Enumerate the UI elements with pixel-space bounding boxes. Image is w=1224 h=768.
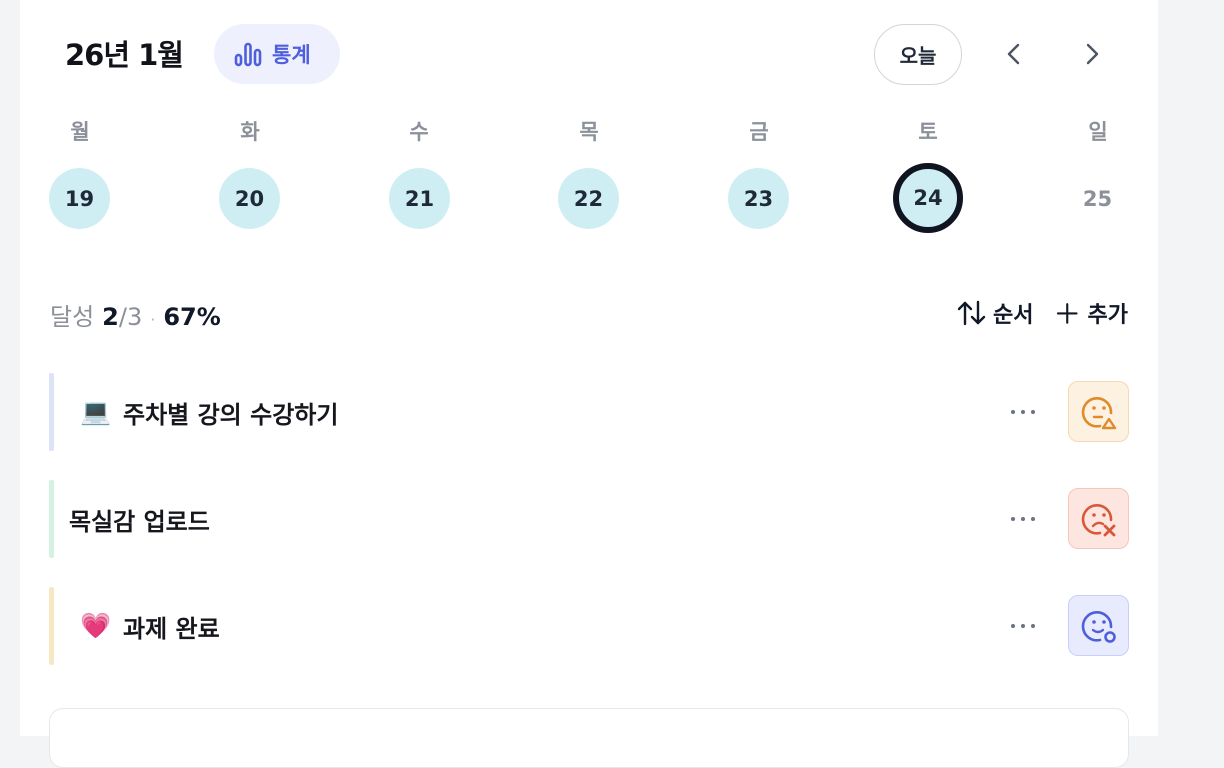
weekday-label: 화 bbox=[240, 120, 260, 144]
date-21[interactable]: 21 bbox=[389, 168, 450, 229]
dot bbox=[1031, 410, 1035, 414]
prev-week-button[interactable] bbox=[994, 34, 1034, 74]
achievement-label: 달성 bbox=[50, 303, 95, 331]
task-row[interactable]: 목실감 업로드 bbox=[49, 480, 1129, 558]
task-content: 💗 과제 완료 bbox=[79, 587, 220, 665]
next-week-button[interactable] bbox=[1072, 34, 1112, 74]
weekday-label: 토 bbox=[918, 120, 938, 144]
dot bbox=[1031, 517, 1035, 521]
task-title: 과제 완료 bbox=[123, 614, 220, 643]
chevron-left-icon bbox=[1007, 43, 1020, 65]
achievement-done: 2 bbox=[102, 303, 119, 331]
more-options-button[interactable] bbox=[1005, 397, 1041, 427]
task-color-bar bbox=[49, 480, 54, 558]
task-row[interactable]: 💗 과제 완료 bbox=[49, 587, 1129, 665]
achievement-summary: 달성 2 /3 · 67% bbox=[50, 297, 221, 332]
task-color-bar bbox=[49, 373, 54, 451]
chevron-right-icon bbox=[1086, 43, 1099, 65]
add-label: 추가 bbox=[1087, 303, 1128, 328]
task-content: 목실감 업로드 bbox=[69, 480, 210, 558]
month-title: 26년 1월 bbox=[65, 38, 184, 72]
plus-icon bbox=[1056, 303, 1078, 324]
mood-button[interactable] bbox=[1068, 381, 1129, 442]
sort-button[interactable]: 순서 bbox=[955, 297, 1034, 329]
mood-button[interactable] bbox=[1068, 595, 1129, 656]
dot bbox=[1031, 624, 1035, 628]
mood-button[interactable] bbox=[1068, 488, 1129, 549]
stats-label: 통계 bbox=[272, 43, 311, 67]
today-button[interactable]: 오늘 bbox=[874, 24, 962, 85]
bar-chart-icon bbox=[234, 42, 262, 67]
weekday-label: 수 bbox=[409, 120, 429, 144]
face-triangle-icon bbox=[1081, 396, 1116, 429]
task-row[interactable]: 💻 주차별 강의 수강하기 bbox=[49, 373, 1129, 451]
face-circle-icon bbox=[1081, 610, 1116, 643]
face-x-icon bbox=[1081, 503, 1115, 536]
weekday-label: 월 bbox=[70, 120, 90, 144]
task-title: 주차별 강의 수강하기 bbox=[123, 400, 339, 429]
achievement-total: /3 bbox=[118, 303, 143, 331]
sort-label: 순서 bbox=[993, 303, 1034, 328]
laptop-emoji-icon: 💻 bbox=[80, 397, 112, 426]
dot bbox=[1011, 410, 1015, 414]
list-actions: 순서 추가 bbox=[955, 297, 1128, 329]
separator-dot: · bbox=[150, 310, 156, 329]
date-25[interactable]: 25 bbox=[1067, 168, 1128, 229]
planner-card: 26년 1월 통계 오늘 월 화 수 목 금 토 일 19 20 21 22 2… bbox=[20, 0, 1158, 768]
date-20[interactable]: 20 bbox=[219, 168, 280, 229]
heart-emoji-icon: 💗 bbox=[80, 611, 112, 640]
more-options-button[interactable] bbox=[1005, 611, 1041, 641]
stats-button[interactable]: 통계 bbox=[214, 24, 340, 84]
date-23[interactable]: 23 bbox=[728, 168, 789, 229]
date-22[interactable]: 22 bbox=[558, 168, 619, 229]
more-options-button[interactable] bbox=[1005, 504, 1041, 534]
add-button[interactable]: 추가 bbox=[1054, 297, 1128, 329]
achievement-percent: 67% bbox=[163, 303, 221, 331]
task-title: 목실감 업로드 bbox=[69, 507, 210, 536]
weekday-label: 목 bbox=[579, 120, 599, 144]
dot bbox=[1011, 517, 1015, 521]
memo-input-box[interactable] bbox=[49, 708, 1129, 768]
weekday-label: 금 bbox=[749, 120, 769, 144]
task-color-bar bbox=[49, 587, 54, 665]
date-24-selected[interactable]: 24 bbox=[893, 163, 963, 233]
date-19[interactable]: 19 bbox=[49, 168, 110, 229]
sort-arrows-icon bbox=[957, 300, 986, 326]
dot bbox=[1021, 517, 1025, 521]
weekday-label: 일 bbox=[1088, 120, 1108, 144]
dot bbox=[1011, 624, 1015, 628]
task-content: 💻 주차별 강의 수강하기 bbox=[79, 373, 338, 451]
dot bbox=[1021, 624, 1025, 628]
dot bbox=[1021, 410, 1025, 414]
